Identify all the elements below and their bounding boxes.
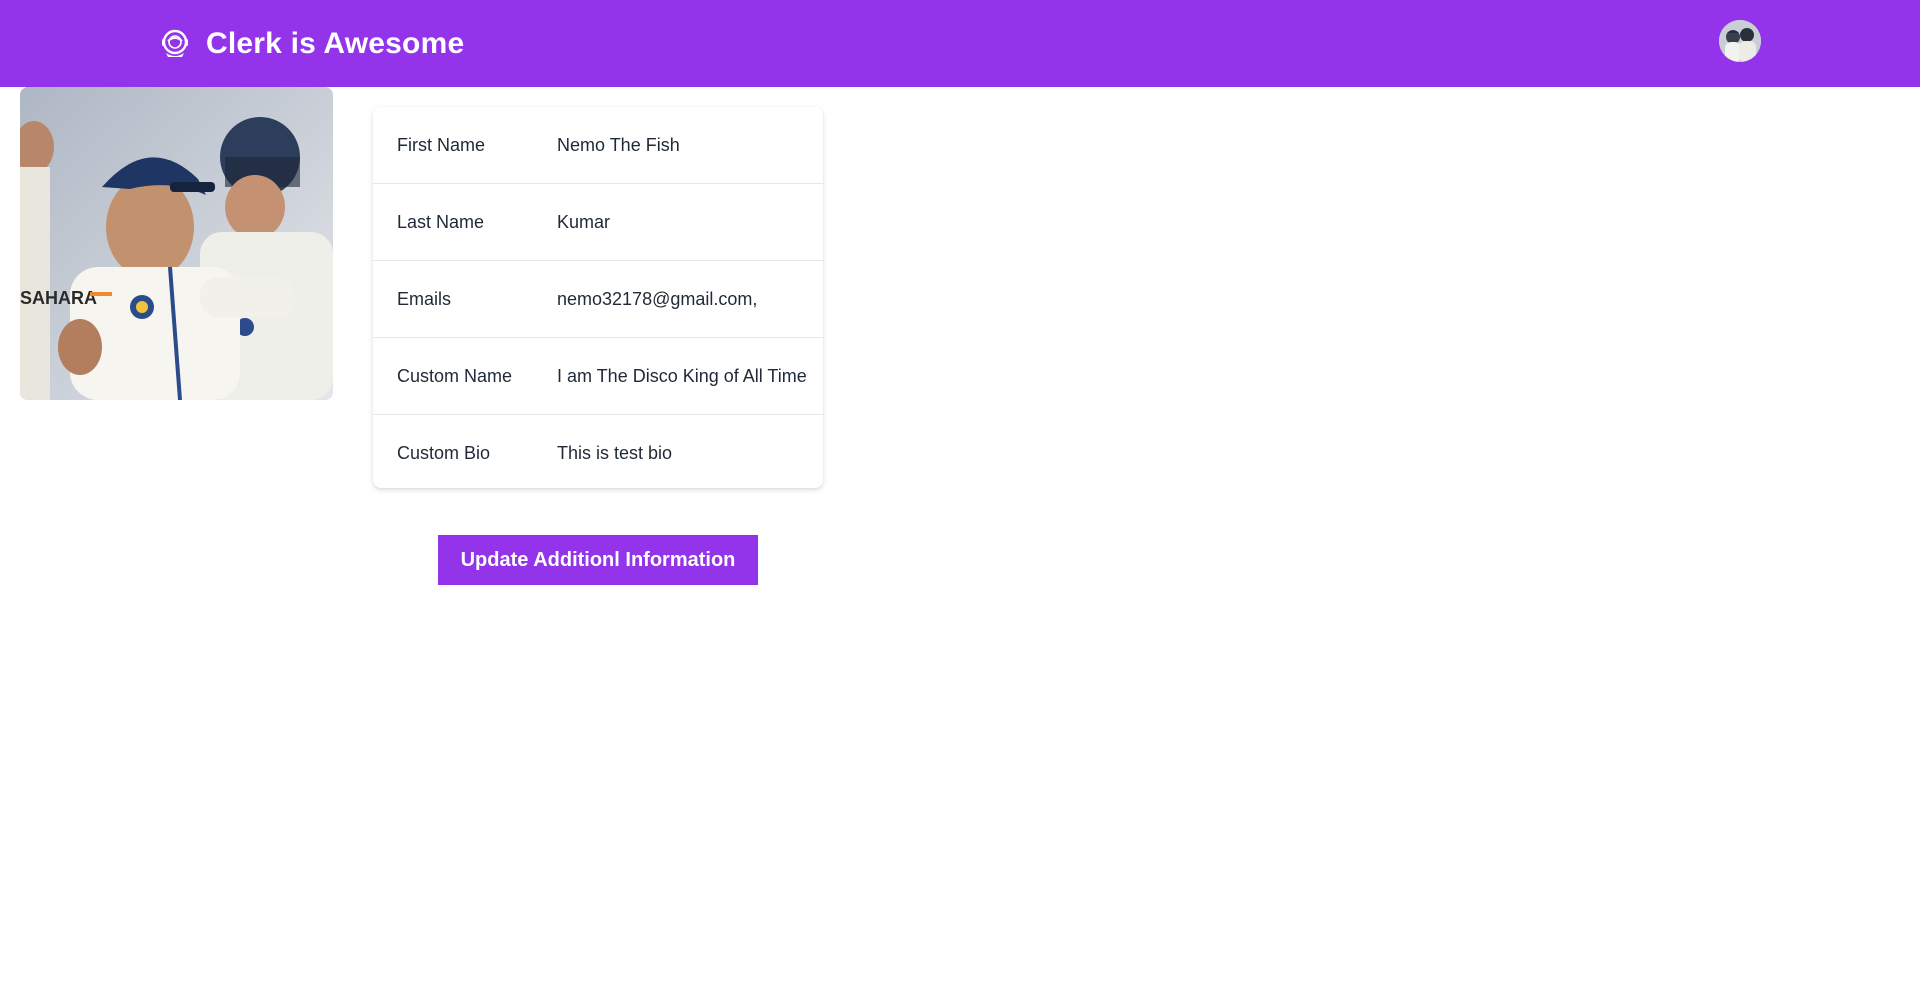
user-avatar-icon xyxy=(1719,20,1761,62)
app-title: Clerk is Awesome xyxy=(206,27,465,60)
field-label: Last Name xyxy=(397,211,485,232)
brand-link[interactable]: Clerk is Awesome xyxy=(158,24,464,64)
field-label: Custom Bio xyxy=(397,442,491,463)
field-row-first-name: First Name Nemo The Fish xyxy=(373,107,823,184)
update-additional-information-button[interactable]: Update Additionl Information xyxy=(438,535,758,585)
field-label: Emails xyxy=(397,288,452,309)
field-value: nemo32178@gmail.com, xyxy=(557,288,758,309)
top-navbar: Clerk is Awesome xyxy=(0,0,1920,87)
profile-photo-icon: SAHARA xyxy=(20,87,333,400)
field-row-last-name: Last Name Kumar xyxy=(373,184,823,261)
field-label: First Name xyxy=(397,134,486,155)
field-row-custom-bio: Custom Bio This is test bio xyxy=(373,415,823,488)
field-value: Kumar xyxy=(557,211,611,232)
field-value: This is test bio xyxy=(557,442,673,463)
profile-photo: SAHARA xyxy=(20,87,333,400)
profile-details-card: First Name Nemo The Fish Last Name Kumar… xyxy=(373,107,823,488)
field-row-emails: Emails nemo32178@gmail.com, xyxy=(373,261,823,338)
astronaut-helmet-icon xyxy=(158,27,192,61)
svg-text:SAHARA: SAHARA xyxy=(20,288,97,308)
user-avatar-button[interactable] xyxy=(1719,20,1761,62)
field-label: Custom Name xyxy=(397,365,513,386)
field-row-custom-name: Custom Name I am The Disco King of All T… xyxy=(373,338,823,415)
field-value: Nemo The Fish xyxy=(557,134,680,155)
field-value: I am The Disco King of All Time xyxy=(557,365,807,386)
